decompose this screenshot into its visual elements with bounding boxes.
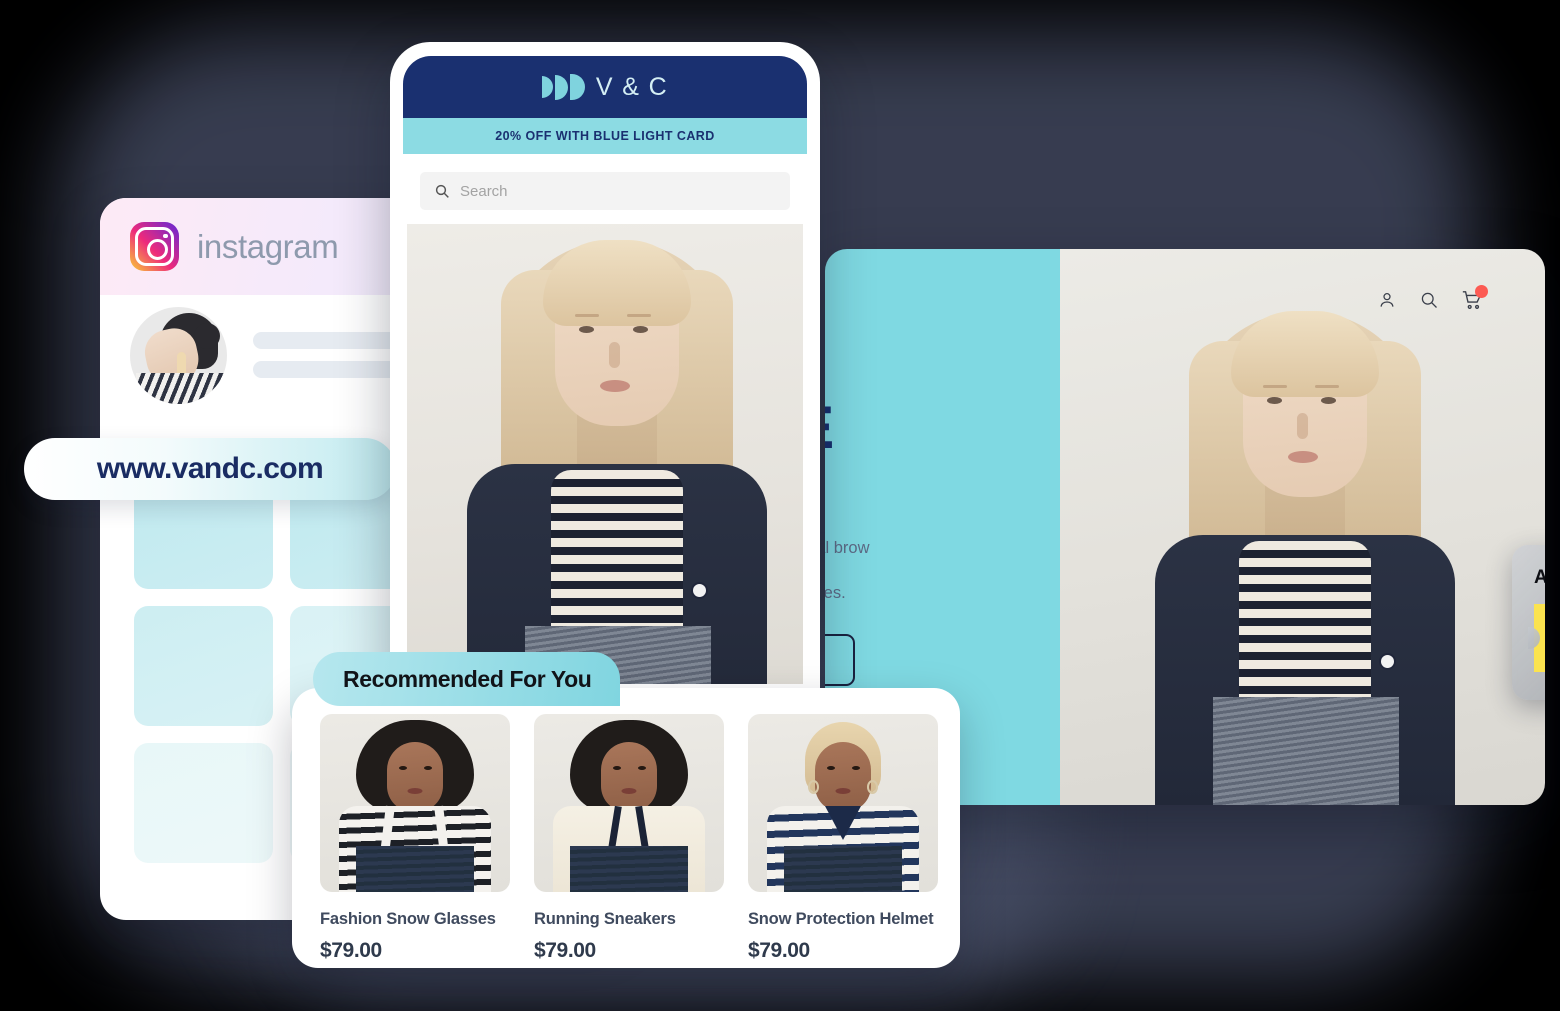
recommended-tab[interactable]: Recommended For You (313, 652, 620, 706)
instagram-grid-tile[interactable] (134, 606, 274, 726)
product-image[interactable] (748, 714, 938, 892)
search-icon (435, 184, 449, 198)
screenshot-stage: WAVE EAR eatures a stylish metal brow an… (0, 0, 1560, 1011)
app-downloads-title: App downloads (1534, 567, 1545, 588)
phone-screen: V & C 20% OFF WITH BLUE LIGHT CARD Searc… (403, 56, 807, 742)
instagram-wordmark: instagram (197, 227, 339, 265)
search-icon[interactable] (1419, 290, 1439, 310)
hero-model-image (1093, 285, 1513, 805)
hero-image-section: App downloads Exclusive Discount (1060, 249, 1545, 805)
search-input[interactable]: Search (420, 172, 790, 210)
waves-logo-icon (541, 74, 585, 100)
search-bar-wrap: Search (403, 154, 807, 224)
brand-name: V & C (595, 72, 669, 101)
product-card[interactable]: Fashion Snow Glasses $79.00 (320, 714, 510, 962)
product-price: $79.00 (320, 939, 382, 962)
product-name: Fashion Snow Glasses (320, 910, 496, 928)
promo-banner: 20% OFF WITH BLUE LIGHT CARD (403, 118, 807, 154)
hero-description: eatures a stylish metal brow angled oute… (825, 539, 870, 602)
instagram-icon (130, 222, 179, 271)
hero-cta-button[interactable] (825, 634, 855, 687)
search-placeholder: Search (460, 182, 508, 200)
app-downloads-card: App downloads Exclusive Discount (1512, 545, 1545, 700)
website-url-text: www.vandc.com (96, 452, 324, 485)
cart-icon[interactable] (1461, 285, 1488, 311)
product-card[interactable]: Running Sneakers $79.00 (534, 714, 724, 962)
instagram-grid-tile[interactable] (134, 743, 274, 863)
product-hero-image[interactable] (407, 224, 803, 684)
hero-title: WAVE EAR (825, 397, 1060, 515)
recommended-products-card: Fashion Snow Glasses $79.00 Running Sneake… (292, 688, 960, 968)
product-image[interactable] (534, 714, 724, 892)
product-price: $79.00 (534, 939, 596, 962)
avatar[interactable] (130, 306, 227, 404)
product-price: $79.00 (748, 939, 810, 962)
storefront-header-icons (1377, 285, 1488, 311)
product-image[interactable] (320, 714, 510, 892)
website-url-pill[interactable]: www.vandc.com (24, 438, 396, 500)
store-header-bar: V & C (403, 56, 807, 118)
product-name: Snow Protection Helmet (748, 910, 934, 928)
user-icon[interactable] (1377, 290, 1397, 310)
exclusive-discount-ticket[interactable]: Exclusive Discount (1528, 604, 1545, 672)
phone-mockup: V & C 20% OFF WITH BLUE LIGHT CARD Searc… (390, 42, 820, 742)
product-card[interactable]: Snow Protection Helmet $79.00 (748, 714, 938, 962)
product-name: Running Sneakers (534, 910, 676, 928)
cart-badge (1475, 285, 1488, 298)
recommended-tab-label: Recommended For You (343, 665, 592, 692)
